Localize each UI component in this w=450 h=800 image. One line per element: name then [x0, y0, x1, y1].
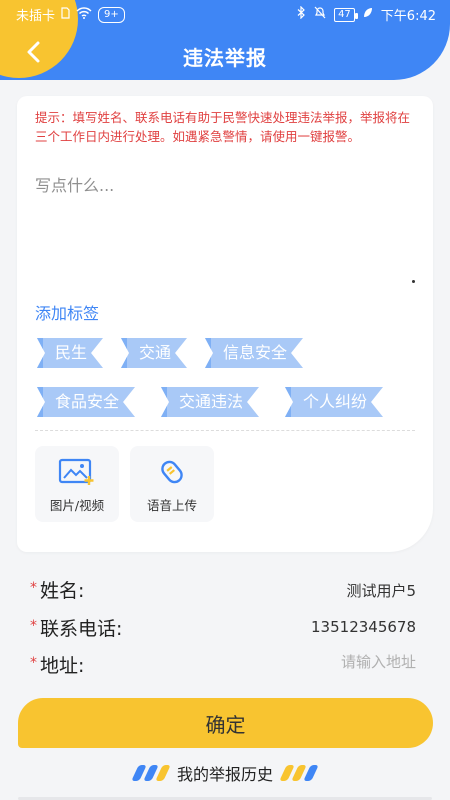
phone-row: * 联系电话: 13512345678: [30, 614, 420, 644]
bluetooth-icon: [297, 5, 306, 23]
confirm-button[interactable]: 确定: [18, 698, 433, 748]
tag-info-security[interactable]: 信息安全: [205, 338, 303, 368]
report-history-link[interactable]: 我的举报历史: [0, 760, 450, 786]
tag-label: 个人纠纷: [303, 392, 368, 411]
name-value[interactable]: 测试用户5: [346, 580, 416, 601]
image-video-icon: [58, 458, 94, 485]
required-mark: *: [30, 580, 37, 596]
tip-text: 提示：填写姓名、联系电话有助于民警快速处理违法举报，举报将在三个工作日内进行处理…: [35, 110, 411, 144]
tag-label: 交通违法: [179, 392, 244, 411]
textarea-corner-mark: [412, 280, 415, 283]
leaf-icon: [363, 7, 373, 22]
name-label: 姓名:: [40, 580, 85, 602]
header-bar: 未插卡 9+ 47 下午6:42 违法举报: [0, 0, 450, 80]
tag-food-safety[interactable]: 食品安全: [37, 387, 135, 417]
carrier-text: 未插卡: [16, 9, 56, 24]
wifi-icon: [76, 6, 92, 23]
sim-icon: [61, 6, 70, 23]
required-mark: *: [30, 618, 37, 634]
tag-personal-dispute[interactable]: 个人纠纷: [285, 387, 383, 417]
report-content-input[interactable]: [35, 172, 415, 284]
tool-label: 图片/视频: [49, 498, 105, 513]
voice-upload-icon: [161, 460, 183, 484]
upload-voice-button[interactable]: 语音上传: [130, 446, 214, 522]
address-input[interactable]: [216, 653, 416, 671]
required-mark: *: [30, 655, 37, 671]
address-label: 地址:: [40, 655, 85, 677]
tags-divider: [35, 430, 415, 431]
name-row: * 姓名: 测试用户5: [30, 576, 420, 606]
tag-label: 民生: [55, 343, 88, 362]
history-label: 我的举报历史: [176, 765, 273, 784]
tag-traffic[interactable]: 交通: [121, 338, 187, 368]
decoration-stripes-right: [279, 765, 319, 781]
battery-indicator: 47: [334, 7, 358, 22]
tag-label: 交通: [139, 343, 172, 362]
clock-time: 下午6:42: [380, 9, 436, 24]
decoration-stripes-left: [131, 765, 171, 781]
phone-value[interactable]: 13512345678: [311, 618, 416, 636]
report-card: 提示：填写姓名、联系电话有助于民警快速处理违法举报，举报将在三个工作日内进行处理…: [17, 96, 433, 552]
tool-label: 语音上传: [146, 498, 197, 513]
tag-minsheng[interactable]: 民生: [37, 338, 103, 368]
phone-label: 联系电话:: [40, 618, 123, 640]
tag-label: 信息安全: [223, 343, 288, 362]
upload-image-video-button[interactable]: 图片/视频: [35, 446, 119, 522]
notification-badge: 9+: [98, 6, 125, 23]
add-tags-label[interactable]: 添加标签: [35, 300, 99, 324]
tag-traffic-violation[interactable]: 交通违法: [161, 387, 259, 417]
mute-icon: [314, 6, 326, 23]
status-bar: 未插卡 9+ 47 下午6:42: [0, 0, 450, 28]
address-row: * 地址:: [30, 651, 420, 681]
tag-label: 食品安全: [55, 392, 120, 411]
page-title: 违法举报: [183, 46, 267, 70]
